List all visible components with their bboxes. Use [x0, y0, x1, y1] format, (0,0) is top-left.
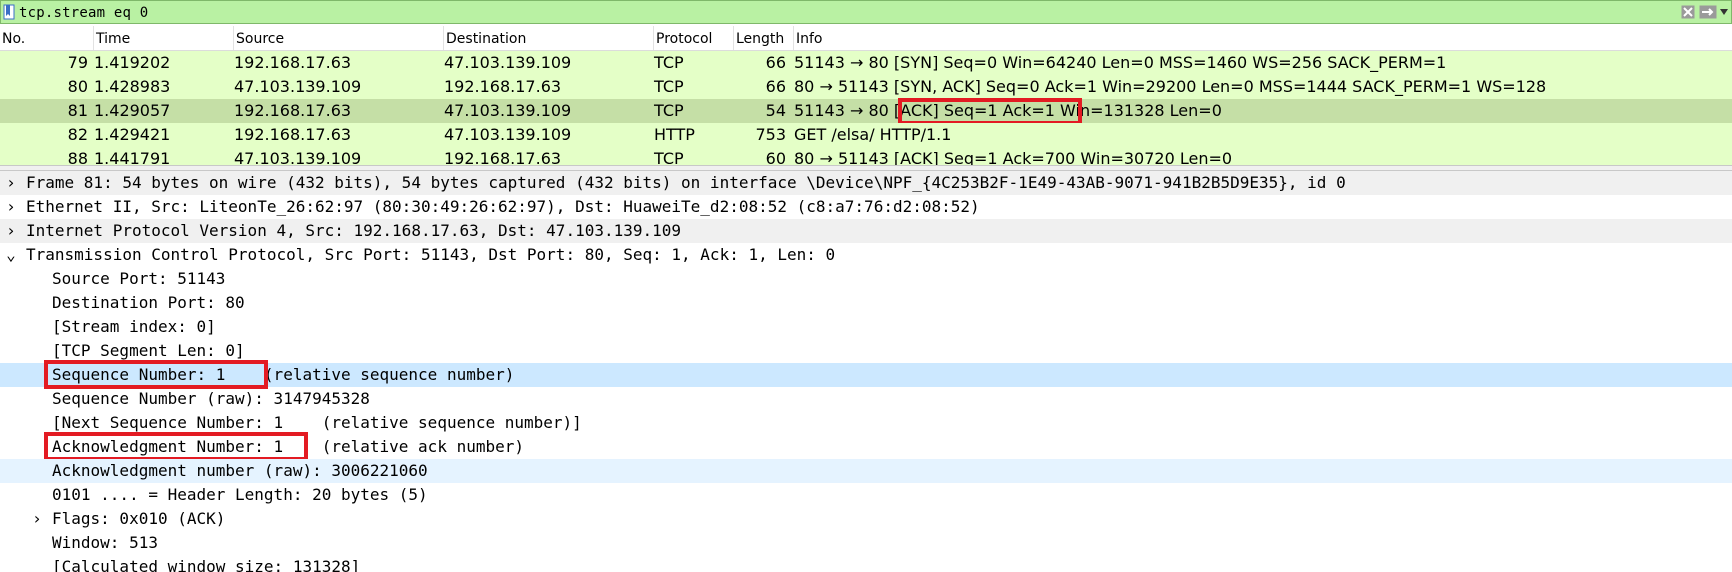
detail-row-header-length[interactable]: 0101 .... = Header Length: 20 bytes (5): [0, 483, 1732, 507]
packet-destination: 47.103.139.109: [444, 101, 572, 120]
detail-row-ack-raw[interactable]: Acknowledgment number (raw): 3006221060: [0, 459, 1732, 483]
column-header-source[interactable]: Source: [234, 26, 444, 50]
detail-row-ip[interactable]: › Internet Protocol Version 4, Src: 192.…: [0, 219, 1732, 243]
packet-row[interactable]: 80 1.428983 47.103.139.109 192.168.17.63…: [0, 75, 1732, 99]
packet-length: 66: [765, 53, 786, 72]
highlight-box-ack-number: [44, 432, 308, 461]
column-header-protocol[interactable]: Protocol: [654, 26, 734, 50]
detail-row-frame[interactable]: › Frame 81: 54 bytes on wire (432 bits),…: [0, 171, 1732, 195]
clear-filter-icon[interactable]: [1679, 4, 1697, 20]
packet-time: 1.429057: [94, 101, 171, 120]
detail-row-source-port[interactable]: Source Port: 51143: [0, 267, 1732, 291]
column-header-length[interactable]: Length: [734, 26, 794, 50]
expand-arrow-icon[interactable]: ›: [30, 507, 44, 531]
packet-no: 79: [67, 53, 88, 72]
detail-row-sequence-raw[interactable]: Sequence Number (raw): 3147945328: [0, 387, 1732, 411]
detail-text: 0101 .... = Header Length: 20 bytes (5): [52, 485, 428, 504]
detail-text: Window: 513: [52, 533, 158, 552]
detail-row-tcp[interactable]: ⌄ Transmission Control Protocol, Src Por…: [0, 243, 1732, 267]
packet-destination: 192.168.17.63: [444, 149, 562, 165]
packet-destination: 47.103.139.109: [444, 125, 572, 144]
bookmark-icon[interactable]: [3, 4, 15, 20]
packet-time: 1.428983: [94, 77, 171, 96]
packet-destination: 192.168.17.63: [444, 77, 562, 96]
packet-list-header: No. Time Source Destination Protocol Len…: [0, 26, 1732, 51]
display-filter-bar[interactable]: tcp.stream eq 0: [0, 0, 1732, 24]
packet-no: 88: [67, 149, 88, 165]
expand-arrow-icon[interactable]: ›: [4, 195, 18, 219]
packet-length: 753: [755, 125, 786, 144]
packet-source: 47.103.139.109: [234, 149, 362, 165]
detail-row-ack-number[interactable]: Acknowledgment Number: 1 (relative ack n…: [0, 432, 1732, 461]
packet-protocol: TCP: [654, 77, 684, 96]
packet-protocol: TCP: [654, 149, 684, 165]
packet-info: GET /elsa/ HTTP/1.1: [794, 125, 952, 144]
collapse-arrow-icon[interactable]: ⌄: [4, 243, 18, 267]
detail-text: [Stream index: 0]: [52, 317, 216, 336]
detail-text: Transmission Control Protocol, Src Port:…: [26, 245, 836, 264]
packet-list: 79 1.419202 192.168.17.63 47.103.139.109…: [0, 51, 1732, 165]
packet-no: 82: [67, 125, 88, 144]
detail-row-sequence-number[interactable]: Sequence Number: 1 (relative sequence nu…: [0, 360, 1732, 389]
column-header-info[interactable]: Info: [794, 26, 1732, 50]
packet-protocol: HTTP: [654, 125, 695, 144]
packet-time: 1.441791: [94, 149, 171, 165]
detail-text: Internet Protocol Version 4, Src: 192.16…: [26, 221, 682, 240]
packet-info: 80 → 51143 [ACK] Seq=1 Ack=700 Win=30720…: [794, 149, 1233, 165]
filter-dropdown-icon[interactable]: [1719, 4, 1729, 20]
packet-row-selected[interactable]: 81 1.429057 192.168.17.63 47.103.139.109…: [0, 98, 1732, 125]
packet-protocol: TCP: [654, 53, 684, 72]
apply-filter-arrow-icon[interactable]: [1699, 4, 1717, 20]
column-header-time[interactable]: Time: [94, 26, 234, 50]
detail-row-window[interactable]: Window: 513: [0, 531, 1732, 555]
expand-arrow-icon[interactable]: ›: [4, 171, 18, 195]
packet-time: 1.429421: [94, 125, 171, 144]
detail-row-ethernet[interactable]: › Ethernet II, Src: LiteonTe_26:62:97 (8…: [0, 195, 1732, 219]
detail-text: [Calculated window size: 131328]: [52, 557, 361, 572]
packet-destination: 47.103.139.109: [444, 53, 572, 72]
display-filter-input[interactable]: tcp.stream eq 0: [19, 1, 148, 23]
column-header-no[interactable]: No.: [0, 26, 94, 50]
highlight-box-sequence-number: [44, 360, 268, 389]
packet-source: 192.168.17.63: [234, 53, 352, 72]
packet-length: 66: [765, 77, 786, 96]
detail-row-flags[interactable]: › Flags: 0x010 (ACK): [0, 507, 1732, 531]
packet-row[interactable]: 79 1.419202 192.168.17.63 47.103.139.109…: [0, 51, 1732, 75]
column-header-destination[interactable]: Destination: [444, 26, 654, 50]
detail-row-stream-index[interactable]: [Stream index: 0]: [0, 315, 1732, 339]
packet-source: 192.168.17.63: [234, 101, 352, 120]
packet-row[interactable]: 82 1.429421 192.168.17.63 47.103.139.109…: [0, 123, 1732, 147]
packet-source: 47.103.139.109: [234, 77, 362, 96]
packet-source: 192.168.17.63: [234, 125, 352, 144]
detail-text: Destination Port: 80: [52, 293, 245, 312]
packet-protocol: TCP: [654, 101, 684, 120]
detail-text: Source Port: 51143: [52, 269, 226, 288]
packet-time: 1.419202: [94, 53, 171, 72]
detail-text: Frame 81: 54 bytes on wire (432 bits), 5…: [26, 173, 1346, 192]
detail-row-destination-port[interactable]: Destination Port: 80: [0, 291, 1732, 315]
detail-row-calculated-window[interactable]: [Calculated window size: 131328]: [0, 555, 1732, 572]
packet-details-tree: › Frame 81: 54 bytes on wire (432 bits),…: [0, 171, 1732, 572]
packet-info: 51143 → 80 [SYN] Seq=0 Win=64240 Len=0 M…: [794, 53, 1447, 72]
packet-no: 81: [67, 101, 88, 120]
highlight-box-ack-seq: [898, 98, 1082, 125]
packet-length: 60: [765, 149, 786, 165]
expand-arrow-icon[interactable]: ›: [4, 219, 18, 243]
detail-text: Acknowledgment number (raw): 3006221060: [52, 461, 428, 480]
detail-text: Ethernet II, Src: LiteonTe_26:62:97 (80:…: [26, 197, 980, 216]
detail-text: Sequence Number (raw): 3147945328: [52, 389, 370, 408]
packet-no: 80: [67, 77, 88, 96]
detail-text: Flags: 0x010 (ACK): [52, 509, 226, 528]
packet-length: 54: [765, 101, 786, 120]
packet-info: 80 → 51143 [SYN, ACK] Seq=0 Ack=1 Win=29…: [794, 77, 1547, 96]
packet-row[interactable]: 88 1.441791 47.103.139.109 192.168.17.63…: [0, 147, 1732, 165]
filter-controls: [1679, 3, 1729, 21]
